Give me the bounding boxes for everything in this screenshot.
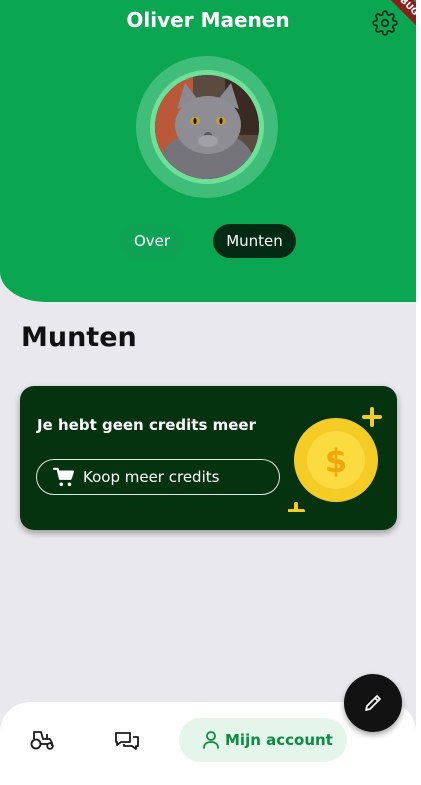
profile-name: Oliver Maenen [126,8,290,32]
edit-button[interactable] [344,674,402,732]
svg-text:$: $ [325,442,347,480]
settings-button[interactable] [372,10,398,36]
profile-screen: Oliver Maenen DEBUG Over Munten Munten J… [0,0,416,785]
chat-icon [115,732,139,750]
nav-account-label: Mijn account [225,731,333,749]
buy-credits-label: Koop meer credits [83,468,220,486]
pencil-icon [365,695,381,711]
screen-edge [416,0,421,785]
section-title: Munten [21,322,137,353]
tab-munten[interactable]: Munten [213,224,296,258]
nav-item-tractor[interactable] [30,729,56,751]
coin-icon: $ [288,407,382,512]
buy-credits-button[interactable]: Koop meer credits [36,459,280,495]
credits-card: Je hebt geen credits meer Koop meer cred… [20,386,397,530]
cat-photo [155,75,259,179]
credits-message: Je hebt geen credits meer [37,416,256,434]
avatar[interactable] [155,75,259,179]
tab-over[interactable]: Over [121,224,183,258]
person-icon [203,731,219,749]
profile-header: Oliver Maenen DEBUG Over Munten [0,0,416,302]
nav-item-chat[interactable] [114,730,140,752]
tractor-icon [30,731,54,750]
nav-item-account[interactable]: Mijn account [179,718,347,762]
cart-icon [53,467,74,487]
gear-icon [372,10,398,36]
